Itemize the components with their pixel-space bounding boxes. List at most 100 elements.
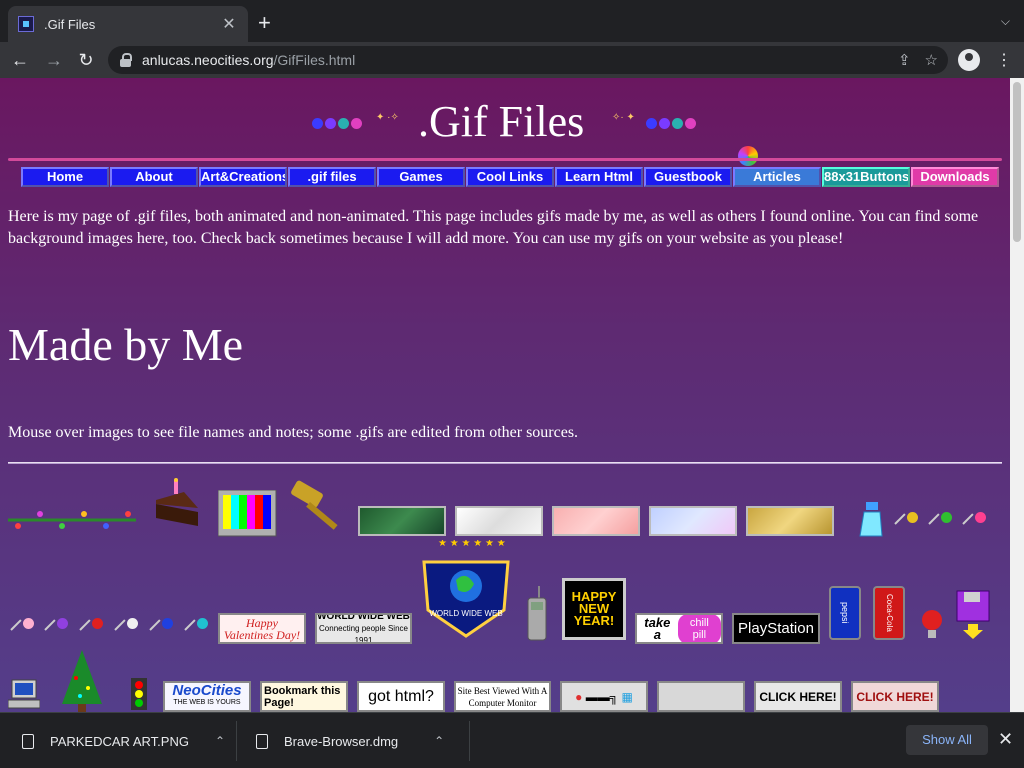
download-filename: PARKEDCAR ART.PNG [50, 733, 189, 749]
got-html-button[interactable]: got html? [357, 681, 445, 712]
bead-decoration-left-icon [312, 118, 362, 129]
tab-title: .Gif Files [44, 16, 96, 32]
browser-menu-icon[interactable]: ⋮ [996, 50, 1012, 70]
pushpin-green-icon[interactable] [926, 510, 954, 538]
neocities-tagline: THE WEB IS YOURS [173, 698, 241, 706]
nav-about[interactable]: About [110, 167, 198, 187]
page-viewport: ✦ ·✧ .Gif Files ✧· ✦ Home About Art&Crea… [0, 78, 1010, 712]
browser-toolbar: ← → ↻ anlucas.neocities.org /GifFiles.ht… [0, 42, 1024, 78]
coca-cola-can-icon[interactable]: Coca-Cola [873, 586, 905, 640]
pushpin-light-pink-icon[interactable] [8, 616, 36, 644]
nav-art-creations[interactable]: Art&Creations [199, 167, 287, 187]
world-wide-web-button[interactable]: WORLD WIDE WEB Connecting people Since 1… [315, 613, 412, 644]
horizontal-rule [8, 462, 1002, 464]
white-marble-tile[interactable] [455, 506, 543, 536]
birthday-cake-icon[interactable] [154, 478, 200, 528]
sparkle-icon: ✦ ·✧ [376, 112, 399, 123]
site-nav: Home About Art&Creations .gif files Game… [21, 167, 999, 187]
apple-gun-windows-button[interactable]: ● ▬▬╗ ▦ [560, 681, 648, 712]
take-a-label: take a [644, 614, 671, 642]
valentines-gif[interactable]: Happy Valentines Day! [218, 613, 306, 644]
show-all-button[interactable]: Show All [906, 725, 988, 755]
www-title: WORLD WIDE WEB [317, 613, 410, 622]
tab-search-chevron-icon[interactable]: ⌵ [1001, 14, 1010, 29]
bookmark-star-icon[interactable]: ☆ [925, 51, 938, 69]
nav-88x31-buttons[interactable]: 88x31Buttons [822, 167, 910, 187]
scrollbar-thumb[interactable] [1013, 82, 1021, 242]
world-wide-web-badge[interactable]: ★ ★ ★ ★ ★ ★ WORLD WIDE WEB [420, 540, 512, 640]
back-arrow-icon[interactable]: ← [8, 49, 32, 71]
bookmark-this-page-button[interactable]: Bookmark this Page! [260, 681, 348, 712]
bead-decoration-right-icon [646, 118, 696, 129]
new-tab-icon[interactable]: + [258, 12, 271, 34]
happy-new-year-gif[interactable]: HAPPY NEW YEAR! [562, 578, 626, 640]
playstation-button[interactable]: PlayStation [732, 613, 820, 644]
nav-learn-html[interactable]: Learn Html [555, 167, 643, 187]
pushpin-red-icon[interactable] [77, 616, 105, 644]
light-bulb-icon[interactable] [920, 608, 944, 642]
forward-arrow-icon[interactable]: → [42, 49, 66, 71]
file-icon [256, 733, 268, 749]
pastel-marble-tile[interactable] [649, 506, 737, 536]
nav-home[interactable]: Home [21, 167, 109, 187]
computer-icon[interactable] [8, 678, 40, 712]
pepsi-can-icon[interactable]: pepsi [829, 586, 861, 640]
take-a-chill-pill-button[interactable]: take a chill pill [635, 613, 723, 644]
downloads-shelf: PARKEDCAR ART.PNG ⌃ Brave-Browser.dmg ⌃ … [0, 712, 1024, 768]
intro-paragraph: Here is my page of .gif files, both anim… [8, 208, 979, 247]
spray-bottle-icon[interactable] [858, 500, 884, 538]
close-tab-icon[interactable]: ✕ [220, 14, 238, 34]
close-shelf-icon[interactable]: ✕ [998, 729, 1013, 750]
tab-strip: .Gif Files ✕ + ⌵ [0, 0, 1024, 42]
nav-downloads[interactable]: Downloads [911, 167, 999, 187]
reload-icon[interactable]: ↻ [74, 49, 98, 71]
gold-marble-tile[interactable] [746, 506, 834, 536]
download-filename: Brave-Browser.dmg [284, 733, 399, 749]
profile-avatar-icon[interactable] [958, 49, 980, 71]
section-heading: Made by Me [8, 319, 244, 370]
chill-pill-label: chill pill [677, 615, 721, 642]
blank-button[interactable] [657, 681, 745, 712]
url-path: /GifFiles.html [273, 52, 356, 68]
traffic-light-icon[interactable] [126, 678, 152, 712]
retro-tv-icon[interactable] [218, 490, 278, 538]
click-here-button[interactable]: CLICK HERE! [754, 681, 842, 712]
lock-icon[interactable] [120, 53, 132, 67]
gavel-icon[interactable] [288, 478, 350, 536]
chevron-up-icon[interactable]: ⌃ [215, 734, 225, 748]
cell-phone-icon[interactable] [526, 586, 548, 642]
address-bar[interactable]: anlucas.neocities.org /GifFiles.html ⇪ ☆ [108, 46, 948, 74]
nav-gif-files[interactable]: .gif files [288, 167, 376, 187]
nav-guestbook[interactable]: Guestbook [644, 167, 732, 187]
green-marble-tile[interactable] [358, 506, 446, 536]
click-here-red-button[interactable]: CLICK HERE! [851, 681, 939, 712]
page-scrollbar[interactable] [1010, 78, 1024, 712]
nav-games[interactable]: Games [377, 167, 465, 187]
christmas-lights-icon[interactable] [8, 506, 136, 540]
pushpin-purple-icon[interactable] [42, 616, 70, 644]
pushpin-yellow-icon[interactable] [892, 510, 920, 538]
share-icon[interactable]: ⇪ [898, 51, 911, 69]
apple-logo-icon: ● [575, 689, 583, 704]
page-header: ✦ ·✧ .Gif Files ✧· ✦ [0, 90, 1010, 166]
page-title: .Gif Files [418, 97, 585, 146]
best-viewed-button[interactable]: Site Best Viewed With A Computer Monitor [454, 681, 551, 712]
download-item-brave[interactable]: Brave-Browser.dmg ⌃ [256, 713, 444, 768]
neocities-button[interactable]: NeoCities THE WEB IS YOURS [163, 681, 251, 712]
pushpin-blue-icon[interactable] [147, 616, 175, 644]
pushpin-white-icon[interactable] [112, 616, 140, 644]
sparkle-icon: ✧· ✦ [612, 112, 635, 123]
happy-new-year-label: HAPPY NEW YEAR! [571, 589, 617, 628]
pushpin-pink-icon[interactable] [960, 510, 988, 538]
christmas-tree-icon[interactable] [60, 648, 104, 712]
tab-gif-files[interactable]: .Gif Files ✕ [8, 6, 248, 42]
shelf-divider [469, 721, 470, 761]
nav-articles[interactable]: Articles [733, 167, 821, 187]
chevron-up-icon[interactable]: ⌃ [434, 734, 444, 748]
pushpin-cyan-icon[interactable] [182, 616, 210, 644]
pink-marble-tile[interactable] [552, 506, 640, 536]
floppy-disk-icon[interactable] [956, 590, 990, 640]
download-item-parkedcar[interactable]: PARKEDCAR ART.PNG ⌃ [22, 713, 225, 768]
nav-cool-links[interactable]: Cool Links [466, 167, 554, 187]
mouse-over-note: Mouse over images to see file names and … [8, 424, 579, 441]
